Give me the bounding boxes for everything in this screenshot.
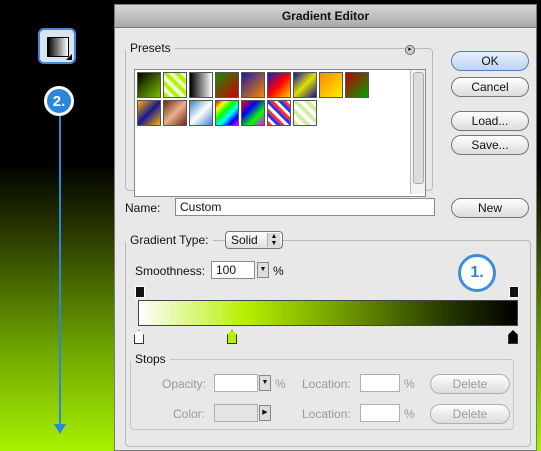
save-button[interactable]: Save... (451, 135, 529, 155)
updown-arrows-icon: ▲ ▼ (267, 233, 280, 247)
preset-swatch[interactable] (293, 100, 317, 126)
smoothness-input[interactable]: 100 (211, 261, 255, 279)
smoothness-label: Smoothness: (135, 264, 206, 278)
color-label: Color: (173, 407, 206, 421)
gradient-type-value: Solid (231, 233, 258, 247)
opacity-dropdown-icon[interactable]: ▼ (259, 375, 271, 391)
stops-legend: Stops (135, 352, 166, 366)
opacity-location-label: Location: (302, 377, 351, 391)
arrow-down-icon (54, 424, 66, 434)
dialog-title: Gradient Editor (115, 5, 536, 28)
presets-menu-icon[interactable]: ▸ (405, 45, 415, 55)
gradient-type-select[interactable]: Solid ▲ ▼ (225, 231, 283, 249)
presets-group: Presets (125, 41, 433, 197)
opacity-location-unit: % (404, 377, 415, 391)
preset-swatch[interactable] (319, 72, 343, 98)
preset-swatch[interactable] (189, 100, 213, 126)
preset-swatch[interactable] (215, 100, 239, 126)
preset-swatch[interactable] (345, 72, 369, 98)
load-button[interactable]: Load... (451, 111, 529, 131)
name-input[interactable]: Custom (175, 198, 435, 216)
color-picker-arrow-icon[interactable]: ▶ (259, 405, 271, 421)
gradient-type-label: Gradient Type: (130, 233, 209, 247)
new-button[interactable]: New (451, 198, 529, 218)
callout-arrow-line (59, 116, 61, 428)
opacity-stop-right[interactable] (509, 286, 519, 298)
preset-swatch[interactable] (267, 72, 291, 98)
callout-badge-2: 2. (44, 86, 74, 116)
color-delete-button[interactable]: Delete (430, 404, 510, 424)
tool-corner-triangle-icon (66, 54, 72, 60)
opacity-location-input[interactable] (360, 374, 400, 392)
presets-scrollbar[interactable] (410, 70, 425, 194)
preset-swatch[interactable] (163, 72, 187, 98)
opacity-delete-button[interactable]: Delete (430, 374, 510, 394)
color-location-unit: % (404, 407, 415, 421)
preset-swatch[interactable] (137, 72, 161, 98)
opacity-stop-left[interactable] (135, 286, 145, 298)
preset-swatch[interactable] (241, 100, 265, 126)
callout-badge-1: 1. (458, 254, 496, 292)
preset-swatch[interactable] (137, 100, 161, 126)
cancel-button[interactable]: Cancel (451, 77, 529, 97)
presets-list[interactable] (134, 69, 426, 197)
preset-swatch[interactable] (241, 72, 265, 98)
presets-label: Presets (130, 41, 171, 55)
name-label: Name: (125, 201, 161, 215)
preset-swatch[interactable] (163, 100, 187, 126)
opacity-label: Opacity: (162, 377, 207, 391)
color-swatch[interactable] (214, 404, 258, 422)
opacity-input[interactable] (214, 374, 258, 392)
gradient-tool-icon[interactable] (38, 28, 76, 64)
smoothness-unit: % (273, 264, 284, 278)
opacity-unit: % (275, 377, 286, 391)
preset-swatch[interactable] (293, 72, 317, 98)
scrollbar-thumb[interactable] (413, 72, 424, 184)
preset-swatch[interactable] (189, 72, 213, 98)
preset-swatch[interactable] (215, 72, 239, 98)
ok-button[interactable]: OK (451, 51, 529, 71)
preset-swatch[interactable] (267, 100, 291, 126)
smoothness-dropdown-icon[interactable]: ▼ (257, 262, 269, 278)
gradient-ramp[interactable] (138, 300, 518, 326)
color-location-input[interactable] (360, 404, 400, 422)
color-location-label: Location: (302, 407, 351, 421)
